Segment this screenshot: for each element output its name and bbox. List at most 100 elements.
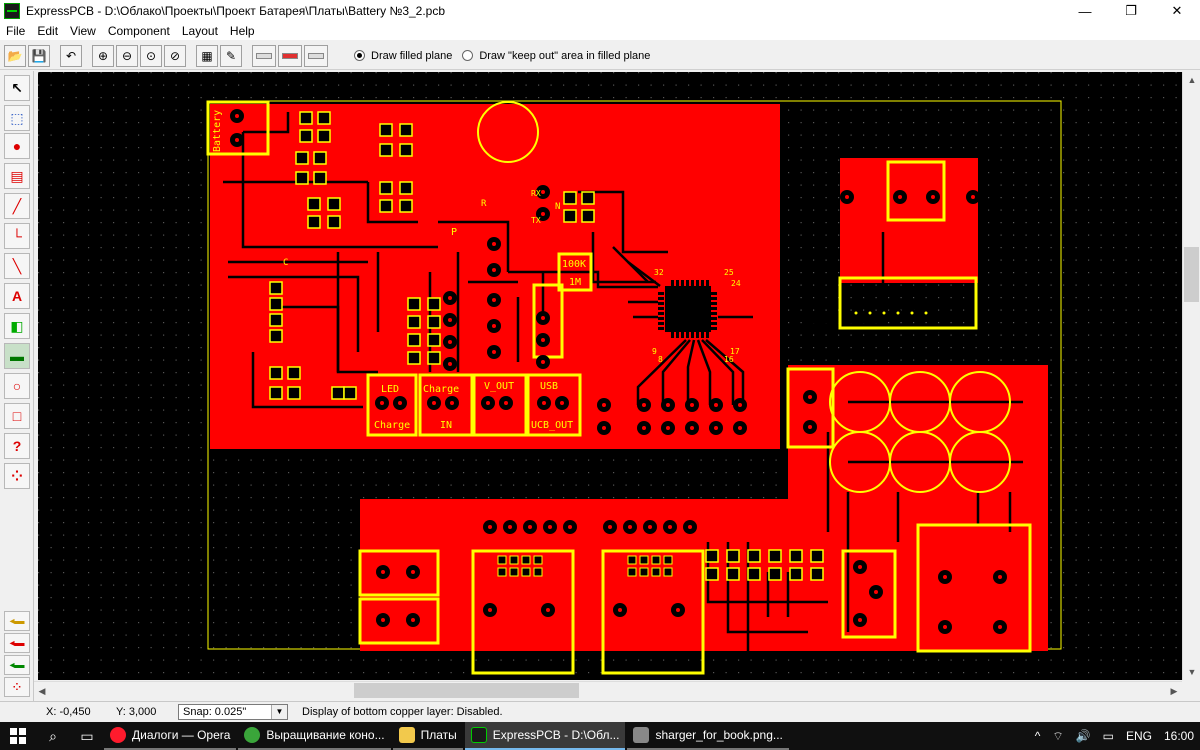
pad-hole [676,608,680,612]
layer-visible-2[interactable]: ◂▬ [4,633,30,653]
smd-pad [581,191,595,205]
rectangle-tool[interactable]: □ [4,403,30,429]
open-button[interactable]: 📂 [4,44,26,67]
battery-icon[interactable]: ▭ [1103,729,1114,743]
label-usb: USB [540,381,558,392]
menu-help[interactable]: Help [224,24,261,38]
clock[interactable]: 16:00 [1164,729,1194,743]
pad-hole [411,570,415,574]
query-tool[interactable]: ? [4,433,30,459]
menu-component[interactable]: Component [102,24,176,38]
start-button[interactable] [0,722,36,750]
maximize-button[interactable]: ❐ [1108,0,1154,22]
vertical-scroll-thumb[interactable] [1184,247,1199,302]
radio-keepout-label: Draw "keep out" area in filled plane [479,49,651,62]
horizontal-scrollbar[interactable]: ◀ ▶ [34,681,1182,699]
pad-hole [541,316,545,320]
usb-pad [497,567,507,577]
mcu-pin [701,332,704,338]
trace-corner-tool[interactable]: └ [4,223,30,249]
usb-pad [663,567,673,577]
pad-hole [690,426,694,430]
horizontal-scroll-thumb[interactable] [354,683,579,698]
trace-tool[interactable]: ╱ [4,193,30,219]
radio-filled-plane[interactable] [354,50,365,61]
snap-select[interactable]: Snap: 0.025" ▼ [178,703,288,720]
pad-hole [943,625,947,629]
pad-hole [738,426,742,430]
pad-hole [971,195,975,199]
task-folder[interactable]: Платы [392,722,463,750]
net-tool[interactable]: ⁘ [4,463,30,489]
mcu-pin [676,280,679,286]
top-layer-button[interactable] [252,44,276,67]
layer-visible-4[interactable]: ⁘ [4,677,30,697]
layer-visible-3[interactable]: ◂▬ [4,655,30,675]
keyboard-language[interactable]: ENG [1126,729,1152,743]
label-led: LED [381,384,399,395]
pcb-canvas[interactable]: Battery LED Charge V_OUT USB Charge IN U… [38,72,1182,680]
label-battery: Battery [212,110,223,152]
smd-pad [269,297,283,311]
pointer-tool[interactable]: ↖ [4,75,30,101]
task-expresspcb[interactable]: ExpressPCB - D:\Обл... [464,722,626,750]
mcu-pin [711,312,717,315]
save-button[interactable]: 💾 [28,44,50,67]
component-tool[interactable]: ▤ [4,163,30,189]
radio-keepout[interactable] [462,50,474,61]
menu-edit[interactable]: Edit [31,24,64,38]
task-view-icon[interactable]: ▭ [70,722,104,750]
smd-pad [299,129,313,143]
minimize-button[interactable]: — [1062,0,1108,22]
silk-layer-button[interactable] [304,44,328,67]
zoom-out-button[interactable]: ⊖ [116,44,138,67]
filled-plane-tool[interactable]: ▬ [4,343,30,369]
volume-icon[interactable]: 🔊 [1076,729,1091,743]
header-pin-hole [868,311,872,315]
circle-tool[interactable]: ○ [4,373,30,399]
line-tool[interactable]: ╲ [4,253,30,279]
task-image[interactable]: sharger_for_book.png... [627,722,789,750]
pin-24: 24 [731,279,741,288]
task-chrome[interactable]: Выращивание коно... [238,722,391,750]
network-icon[interactable]: ⌔ [1052,729,1063,744]
layer-tool[interactable]: ◧ [4,313,30,339]
schematic-link-icon: ✎ [225,48,237,63]
zoom-in-button[interactable]: ⊕ [92,44,114,67]
bottom-layer-button[interactable] [278,44,302,67]
smd-pad [343,386,357,400]
tray-chevron-icon[interactable]: ^ [1035,729,1041,743]
close-button[interactable]: ✕ [1154,0,1200,22]
zoom-select-tool[interactable]: ⬚ [4,105,30,131]
smd-pad [379,143,393,157]
menu-file[interactable]: File [0,24,31,38]
trace-corner-icon: └ [12,228,22,244]
radio-filled-plane-label: Draw filled plane [371,49,453,62]
pad-hole [648,525,652,529]
scroll-up-icon[interactable]: ▲ [1183,72,1200,88]
scroll-down-icon[interactable]: ▼ [1183,664,1200,680]
label-p: P [451,227,457,238]
menu-layout[interactable]: Layout [176,24,224,38]
chevron-down-icon[interactable]: ▼ [271,704,287,719]
vertical-scrollbar[interactable]: ▲ ▼ [1182,72,1200,680]
pad-hole [432,401,436,405]
schematic-link-button[interactable]: ✎ [220,44,242,67]
pad-tool[interactable]: ● [4,133,30,159]
zoom-area-button[interactable]: ⊙ [140,44,162,67]
smd-pad [407,333,421,347]
undo-button[interactable]: ↶ [60,44,82,67]
mcu-pin [706,332,709,338]
properties-button[interactable]: ▦ [196,44,218,67]
mcu-pin [658,322,664,325]
resistor-pad [789,567,803,581]
layer-visible-1[interactable]: ◂▬ [4,611,30,631]
text-tool[interactable]: A [4,283,30,309]
task-opera[interactable]: Диалоги — Opera [104,722,237,750]
search-icon[interactable]: ⌕ [36,722,70,750]
scroll-left-icon[interactable]: ◀ [34,682,50,700]
zoom-fit-button[interactable]: ⊘ [164,44,186,67]
pad-hole [608,525,612,529]
menu-view[interactable]: View [64,24,102,38]
scroll-right-icon[interactable]: ▶ [1166,682,1182,700]
